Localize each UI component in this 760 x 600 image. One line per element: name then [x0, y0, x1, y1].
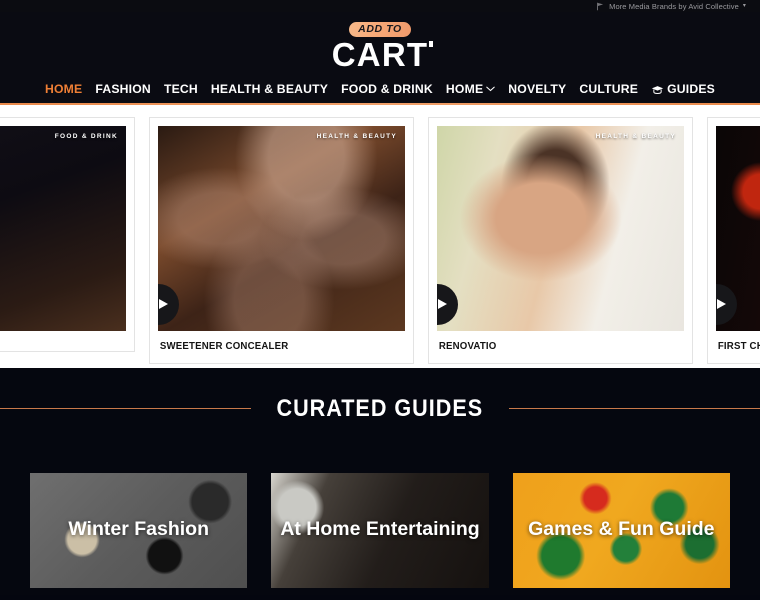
nav-item-food-drink[interactable]: FOOD & DRINK [341, 82, 433, 96]
flag-icon [596, 2, 605, 11]
slide-media: FOOD & DRINK [0, 125, 126, 331]
logo-pill-text: ADD TO [349, 22, 411, 38]
carousel-slide[interactable]: HEALTH & BEAUTY RENOVATIO [428, 116, 693, 364]
nav-item-home[interactable]: HOME [45, 82, 82, 96]
top-utility-bar: More Media Brands by Avid Collective ▾ [0, 0, 760, 12]
chevron-down-icon [486, 85, 496, 94]
slide-category-tag: FOOD & DRINK [54, 132, 118, 140]
slide-title: RENOVATIO [438, 339, 497, 352]
carousel-track[interactable]: FOOD & DRINK HEALTH & BEAUTY SWEETENER C… [0, 116, 760, 364]
slide-title [0, 331, 106, 351]
featured-carousel: FOOD & DRINK HEALTH & BEAUTY SWEETENER C… [0, 104, 760, 368]
play-icon [716, 299, 726, 310]
slide-media: HEALTH & BEAUTY [437, 125, 684, 331]
avid-collective-label: More Media Brands by Avid Collective [609, 1, 739, 11]
nav-item-home-category[interactable]: HOME [445, 81, 496, 96]
nav-item-label: FOOD & DRINK [341, 81, 433, 96]
play-icon [437, 299, 447, 310]
curated-guides-section: CURATED GUIDES Winter Fashion At Home En… [0, 367, 760, 595]
slide-category-tag: HEALTH & BEAUTY [595, 132, 676, 140]
chevron-down-icon: ▾ [742, 3, 746, 9]
guide-card-games-fun-guide[interactable]: Games & Fun Guide [512, 472, 730, 588]
guide-card-label: Games & Fun Guide [528, 518, 715, 541]
nav-item-label: HOME [44, 81, 83, 96]
slide-image [437, 125, 684, 331]
avid-collective-link[interactable]: More Media Brands by Avid Collective ▾ [596, 2, 746, 11]
nav-item-label: TECH [163, 81, 198, 96]
site-logo[interactable]: ADD TO CART [0, 22, 760, 73]
carousel-slide[interactable]: HEALTH & BEAUTY SWEETENER CONCEALER [149, 116, 414, 364]
main-navigation: HOME FASHION TECH HEALTH & BEAUTY FOOD &… [0, 72, 760, 105]
guide-card-at-home-entertaining[interactable]: At Home Entertaining [271, 472, 489, 588]
heading-rule-right [508, 408, 760, 410]
nav-item-label: NOVELTY [508, 81, 567, 96]
slide-category-tag: HEALTH & BEAUTY [316, 132, 397, 140]
graduation-cap-icon [651, 84, 664, 94]
nav-item-label: GUIDES [667, 81, 715, 96]
site-header: ADD TO CART HOME FASHION TECH HEALTH & B… [0, 12, 760, 105]
slide-image [0, 125, 126, 331]
nav-item-culture[interactable]: CULTURE [579, 82, 638, 96]
slide-image [158, 125, 405, 331]
nav-item-label: HOME [445, 81, 484, 96]
nav-item-label: CULTURE [579, 81, 639, 96]
guide-card-label: Winter Fashion [68, 518, 209, 541]
logo-wordmark: CART [331, 36, 434, 74]
slide-media: HEALTH & BEAUTY [158, 125, 405, 331]
curated-guides-title: CURATED GUIDES [276, 394, 484, 422]
guide-card-label: At Home Entertaining [280, 518, 480, 541]
logo-tick-mark [429, 41, 434, 48]
heading-rule-left [0, 408, 252, 410]
curated-guides-heading-row: CURATED GUIDES [0, 395, 760, 423]
curated-guides-grid: Winter Fashion At Home Entertaining Game… [0, 423, 760, 588]
carousel-slide[interactable]: FOOD & DRINK [0, 116, 135, 352]
play-icon [158, 299, 168, 310]
nav-item-health-beauty[interactable]: HEALTH & BEAUTY [211, 82, 328, 96]
nav-item-label: FASHION [95, 81, 151, 96]
slide-media [716, 125, 760, 331]
slide-title: SWEETENER CONCEALER [159, 339, 289, 352]
logo-wordmark-text: CART [331, 36, 429, 74]
nav-item-novelty[interactable]: NOVELTY [508, 82, 566, 96]
slide-title: FIRST CHOICE LIQUOR MARKET [717, 339, 760, 352]
nav-item-label: HEALTH & BEAUTY [210, 81, 329, 96]
carousel-slide[interactable]: FIRST CHOICE LIQUOR MARKET [707, 116, 760, 364]
nav-item-tech[interactable]: TECH [164, 82, 198, 96]
guide-card-winter-fashion[interactable]: Winter Fashion [30, 472, 248, 588]
nav-item-guides[interactable]: GUIDES [651, 82, 715, 96]
nav-item-fashion[interactable]: FASHION [95, 82, 151, 96]
